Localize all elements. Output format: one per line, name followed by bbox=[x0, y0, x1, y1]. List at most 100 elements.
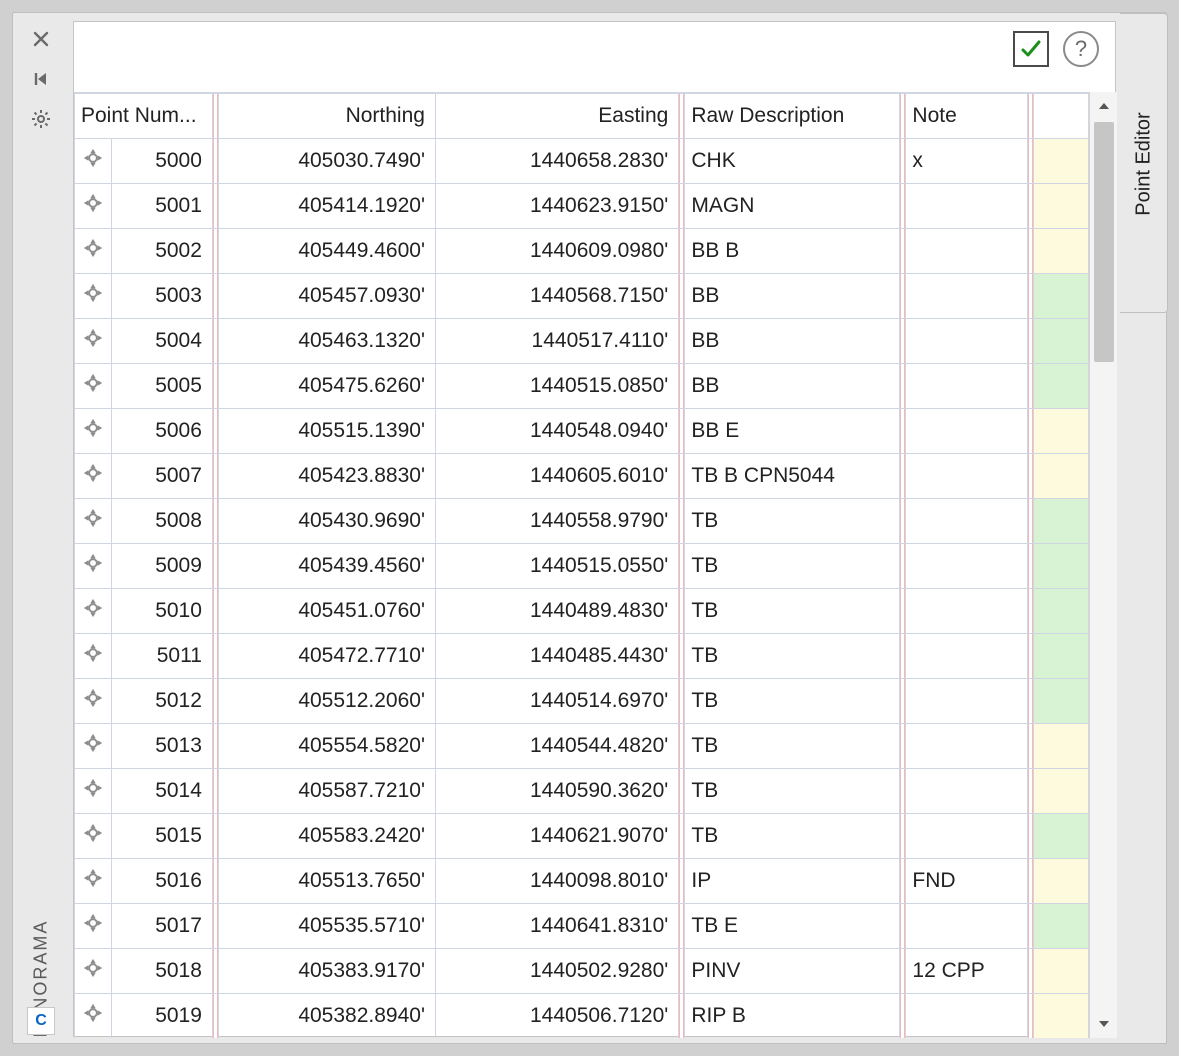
cell-northing[interactable]: 405457.0930' bbox=[218, 274, 435, 319]
cell-point-number[interactable]: 5012 bbox=[111, 679, 212, 724]
cell-point-number[interactable]: 5013 bbox=[111, 724, 212, 769]
table-row[interactable]: 5019405382.8940'1440506.7120'RIP B bbox=[75, 994, 1089, 1039]
cell-northing[interactable]: 405472.7710' bbox=[218, 634, 435, 679]
cell-raw-description[interactable]: BB bbox=[685, 319, 900, 364]
cell-raw-description[interactable]: RIP B bbox=[685, 994, 900, 1039]
table-row[interactable]: 5013405554.5820'1440544.4820'TB bbox=[75, 724, 1089, 769]
cell-note[interactable] bbox=[906, 364, 1028, 409]
cell-raw-description[interactable]: TB bbox=[685, 679, 900, 724]
point-editor-tab[interactable]: Point Editor bbox=[1120, 13, 1168, 313]
cell-point-number[interactable]: 5014 bbox=[111, 769, 212, 814]
cell-note[interactable] bbox=[906, 634, 1028, 679]
table-row[interactable]: 5008405430.9690'1440558.9790'TB bbox=[75, 499, 1089, 544]
cell-raw-description[interactable]: TB bbox=[685, 814, 900, 859]
help-button[interactable]: ? bbox=[1063, 31, 1099, 67]
cell-raw-description[interactable]: BB E bbox=[685, 409, 900, 454]
cell-note[interactable] bbox=[906, 499, 1028, 544]
cell-northing[interactable]: 405430.9690' bbox=[218, 499, 435, 544]
table-row[interactable]: 5009405439.4560'1440515.0550'TB bbox=[75, 544, 1089, 589]
cell-easting[interactable]: 1440515.0550' bbox=[435, 544, 678, 589]
cell-easting[interactable]: 1440517.4110' bbox=[435, 319, 678, 364]
cell-point-number[interactable]: 5007 bbox=[111, 454, 212, 499]
cell-note[interactable]: 12 CPP bbox=[906, 949, 1028, 994]
col-note[interactable]: Note bbox=[906, 94, 1028, 139]
cell-northing[interactable]: 405439.4560' bbox=[218, 544, 435, 589]
col-point-number[interactable]: Point Num... bbox=[75, 94, 213, 139]
cell-easting[interactable]: 1440485.4430' bbox=[435, 634, 678, 679]
cell-easting[interactable]: 1440621.9070' bbox=[435, 814, 678, 859]
cell-point-number[interactable]: 5004 bbox=[111, 319, 212, 364]
table-row[interactable]: 5004405463.1320'1440517.4110'BB bbox=[75, 319, 1089, 364]
cell-raw-description[interactable]: TB bbox=[685, 724, 900, 769]
cell-northing[interactable]: 405383.9170' bbox=[218, 949, 435, 994]
cell-raw-description[interactable]: TB bbox=[685, 634, 900, 679]
cell-northing[interactable]: 405449.4600' bbox=[218, 229, 435, 274]
cell-northing[interactable]: 405475.6260' bbox=[218, 364, 435, 409]
cell-note[interactable] bbox=[906, 274, 1028, 319]
cell-easting[interactable]: 1440641.8310' bbox=[435, 904, 678, 949]
cell-easting[interactable]: 1440548.0940' bbox=[435, 409, 678, 454]
table-row[interactable]: 5011405472.7710'1440485.4430'TB bbox=[75, 634, 1089, 679]
cell-note[interactable] bbox=[906, 589, 1028, 634]
cell-northing[interactable]: 405030.7490' bbox=[218, 139, 435, 184]
cell-northing[interactable]: 405382.8940' bbox=[218, 994, 435, 1039]
cell-point-number[interactable]: 5017 bbox=[111, 904, 212, 949]
table-row[interactable]: 5002405449.4600'1440609.0980'BB B bbox=[75, 229, 1089, 274]
col-northing[interactable]: Northing bbox=[218, 94, 435, 139]
cell-point-number[interactable]: 5015 bbox=[111, 814, 212, 859]
cell-raw-description[interactable]: BB B bbox=[685, 229, 900, 274]
cell-easting[interactable]: 1440502.9280' bbox=[435, 949, 678, 994]
cell-northing[interactable]: 405513.7650' bbox=[218, 859, 435, 904]
cell-raw-description[interactable]: TB bbox=[685, 544, 900, 589]
cell-point-number[interactable]: 5005 bbox=[111, 364, 212, 409]
cell-note[interactable] bbox=[906, 229, 1028, 274]
cell-northing[interactable]: 405414.1920' bbox=[218, 184, 435, 229]
table-row[interactable]: 5018405383.9170'1440502.9280'PINV12 CPP bbox=[75, 949, 1089, 994]
table-row[interactable]: 5012405512.2060'1440514.6970'TB bbox=[75, 679, 1089, 724]
cell-easting[interactable]: 1440544.4820' bbox=[435, 724, 678, 769]
gear-icon[interactable] bbox=[27, 105, 55, 133]
cell-raw-description[interactable]: TB B CPN5044 bbox=[685, 454, 900, 499]
table-row[interactable]: 5017405535.5710'1440641.8310'TB E bbox=[75, 904, 1089, 949]
cell-northing[interactable]: 405512.2060' bbox=[218, 679, 435, 724]
cell-raw-description[interactable]: CHK bbox=[685, 139, 900, 184]
cell-raw-description[interactable]: TB bbox=[685, 769, 900, 814]
cell-point-number[interactable]: 5016 bbox=[111, 859, 212, 904]
skip-start-icon[interactable] bbox=[27, 65, 55, 93]
table-row[interactable]: 5007405423.8830'1440605.6010'TB B CPN504… bbox=[75, 454, 1089, 499]
cell-note[interactable] bbox=[906, 994, 1028, 1039]
cell-note[interactable] bbox=[906, 184, 1028, 229]
cell-point-number[interactable]: 5019 bbox=[111, 994, 212, 1039]
cell-point-number[interactable]: 5001 bbox=[111, 184, 212, 229]
cell-easting[interactable]: 1440514.6970' bbox=[435, 679, 678, 724]
cell-note[interactable] bbox=[906, 454, 1028, 499]
cell-note[interactable] bbox=[906, 544, 1028, 589]
civil3d-icon[interactable]: C bbox=[27, 1007, 55, 1035]
table-row[interactable]: 5015405583.2420'1440621.9070'TB bbox=[75, 814, 1089, 859]
cell-easting[interactable]: 1440568.7150' bbox=[435, 274, 678, 319]
table-row[interactable]: 5016405513.7650'1440098.8010'IPFND bbox=[75, 859, 1089, 904]
cell-note[interactable] bbox=[906, 904, 1028, 949]
cell-easting[interactable]: 1440609.0980' bbox=[435, 229, 678, 274]
cell-raw-description[interactable]: TB bbox=[685, 589, 900, 634]
cell-note[interactable] bbox=[906, 319, 1028, 364]
cell-raw-description[interactable]: PINV bbox=[685, 949, 900, 994]
cell-point-number[interactable]: 5002 bbox=[111, 229, 212, 274]
cell-northing[interactable]: 405583.2420' bbox=[218, 814, 435, 859]
cell-easting[interactable]: 1440605.6010' bbox=[435, 454, 678, 499]
cell-point-number[interactable]: 5003 bbox=[111, 274, 212, 319]
table-row[interactable]: 5000405030.7490'1440658.2830'CHKx bbox=[75, 139, 1089, 184]
cell-point-number[interactable]: 5011 bbox=[111, 634, 212, 679]
cell-note[interactable] bbox=[906, 814, 1028, 859]
cell-easting[interactable]: 1440658.2830' bbox=[435, 139, 678, 184]
col-easting[interactable]: Easting bbox=[435, 94, 678, 139]
cell-point-number[interactable]: 5000 bbox=[111, 139, 212, 184]
cell-point-number[interactable]: 5008 bbox=[111, 499, 212, 544]
cell-easting[interactable]: 1440506.7120' bbox=[435, 994, 678, 1039]
cell-northing[interactable]: 405423.8830' bbox=[218, 454, 435, 499]
table-row[interactable]: 5005405475.6260'1440515.0850'BB bbox=[75, 364, 1089, 409]
cell-northing[interactable]: 405587.7210' bbox=[218, 769, 435, 814]
cell-raw-description[interactable]: TB bbox=[685, 499, 900, 544]
cell-point-number[interactable]: 5018 bbox=[111, 949, 212, 994]
cell-note[interactable] bbox=[906, 409, 1028, 454]
